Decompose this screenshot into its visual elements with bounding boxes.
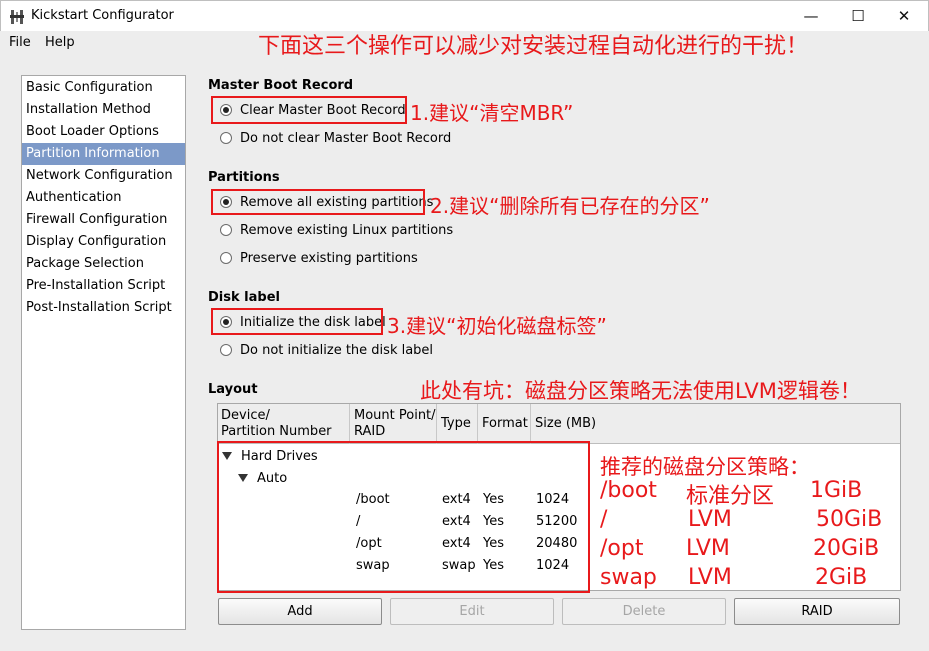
disk-label-section-title: Disk label: [208, 290, 280, 305]
column-device-line2: Partition Number: [221, 424, 332, 439]
sidebar-item-package-selection[interactable]: Package Selection: [22, 253, 185, 275]
mbr-section-title: Master Boot Record: [208, 78, 354, 93]
sidebar-item-partition-information[interactable]: Partition Information: [22, 143, 185, 165]
strategy-mount: swap: [600, 565, 657, 590]
strategy-size: 20GiB: [813, 536, 880, 561]
column-type-label: Type: [441, 416, 471, 431]
sidebar-item-installation-method[interactable]: Installation Method: [22, 99, 185, 121]
mbr-annotation: 1.建议“清空MBR”: [410, 101, 574, 125]
sidebar-item-pre-installation-script[interactable]: Pre-Installation Script: [22, 275, 185, 297]
add-button[interactable]: Add: [218, 598, 382, 625]
strategy-mount: /boot: [600, 478, 657, 503]
sidebar-item-authentication[interactable]: Authentication: [22, 187, 185, 209]
title-bar: Kickstart Configurator — ☐ ✕: [0, 0, 929, 31]
partitions-remove-linux-option[interactable]: Remove existing Linux partitions: [220, 219, 453, 241]
radio-unselected-icon: [220, 344, 232, 356]
layout-highlight-box: [217, 441, 590, 593]
column-device-line1: Device/: [221, 408, 270, 423]
column-format[interactable]: Format: [479, 404, 531, 444]
minimize-icon: —: [803, 7, 819, 25]
close-icon: ✕: [897, 7, 911, 25]
column-format-label: Format: [482, 416, 528, 431]
maximize-button[interactable]: ☐: [835, 1, 881, 31]
radio-unselected-icon: [220, 252, 232, 264]
partitions-preserve-option[interactable]: Preserve existing partitions: [220, 247, 418, 269]
partitions-preserve-label: Preserve existing partitions: [240, 250, 418, 266]
menu-file[interactable]: File: [9, 35, 31, 50]
layout-annotation: 此处有坑：磁盘分区策略无法使用LVM逻辑卷！: [420, 379, 861, 403]
strategy-type: LVM: [688, 507, 732, 532]
sidebar: Basic Configuration Installation Method …: [21, 75, 186, 630]
column-mount-point[interactable]: Mount Point/ RAID: [351, 404, 437, 444]
strategy-type: 标准分区: [686, 484, 775, 509]
column-size[interactable]: Size (MB): [532, 404, 900, 444]
mbr-highlight-box: [211, 96, 407, 124]
strategy-mount: /opt: [600, 536, 644, 561]
strategy-mount: /: [600, 507, 608, 532]
column-device[interactable]: Device/ Partition Number: [218, 404, 350, 444]
app-icon: [10, 10, 24, 24]
disk-label-no-init-label: Do not initialize the disk label: [240, 342, 434, 358]
column-mount-line2: RAID: [354, 424, 386, 439]
table-header: Device/ Partition Number Mount Point/ RA…: [218, 404, 900, 444]
sidebar-item-display-configuration[interactable]: Display Configuration: [22, 231, 185, 253]
radio-unselected-icon: [220, 224, 232, 236]
mbr-keep-label: Do not clear Master Boot Record: [240, 130, 452, 146]
strategy-size: 2GiB: [815, 565, 868, 590]
sidebar-item-network-configuration[interactable]: Network Configuration: [22, 165, 185, 187]
partitions-section-title: Partitions: [208, 170, 280, 185]
edit-button[interactable]: Edit: [390, 598, 554, 625]
sidebar-item-firewall-configuration[interactable]: Firewall Configuration: [22, 209, 185, 231]
delete-button[interactable]: Delete: [562, 598, 726, 625]
sidebar-item-basic-configuration[interactable]: Basic Configuration: [22, 77, 185, 99]
column-type[interactable]: Type: [438, 404, 478, 444]
sidebar-item-post-installation-script[interactable]: Post-Installation Script: [22, 297, 185, 319]
strategy-size: 50GiB: [816, 507, 883, 532]
partitions-highlight-box: [211, 189, 425, 215]
disk-label-no-init-option[interactable]: Do not initialize the disk label: [220, 339, 433, 361]
disk-label-highlight-box: [211, 308, 383, 335]
partitions-remove-linux-label: Remove existing Linux partitions: [240, 222, 454, 238]
annotation-top: 下面这三个操作可以减少对安装过程自动化进行的干扰！: [258, 34, 809, 59]
strategy-type: LVM: [686, 536, 730, 561]
column-mount-line1: Mount Point/: [354, 408, 436, 423]
close-button[interactable]: ✕: [881, 1, 927, 31]
column-size-label: Size (MB): [535, 416, 597, 431]
window-title: Kickstart Configurator: [31, 8, 174, 23]
radio-unselected-icon: [220, 132, 232, 144]
partitions-annotation: 2.建议“删除所有已存在的分区”: [430, 194, 710, 218]
minimize-button[interactable]: —: [788, 1, 834, 31]
sidebar-item-boot-loader-options[interactable]: Boot Loader Options: [22, 121, 185, 143]
strategy-title: 推荐的磁盘分区策略：: [600, 455, 810, 479]
raid-button[interactable]: RAID: [734, 598, 900, 625]
layout-section-title: Layout: [208, 382, 258, 397]
strategy-size: 1GiB: [810, 478, 863, 503]
mbr-keep-option[interactable]: Do not clear Master Boot Record: [220, 127, 451, 149]
disk-label-annotation: 3.建议“初始化磁盘标签”: [387, 314, 607, 338]
menu-help[interactable]: Help: [45, 35, 75, 50]
maximize-icon: ☐: [851, 7, 865, 25]
strategy-type: LVM: [688, 565, 732, 590]
